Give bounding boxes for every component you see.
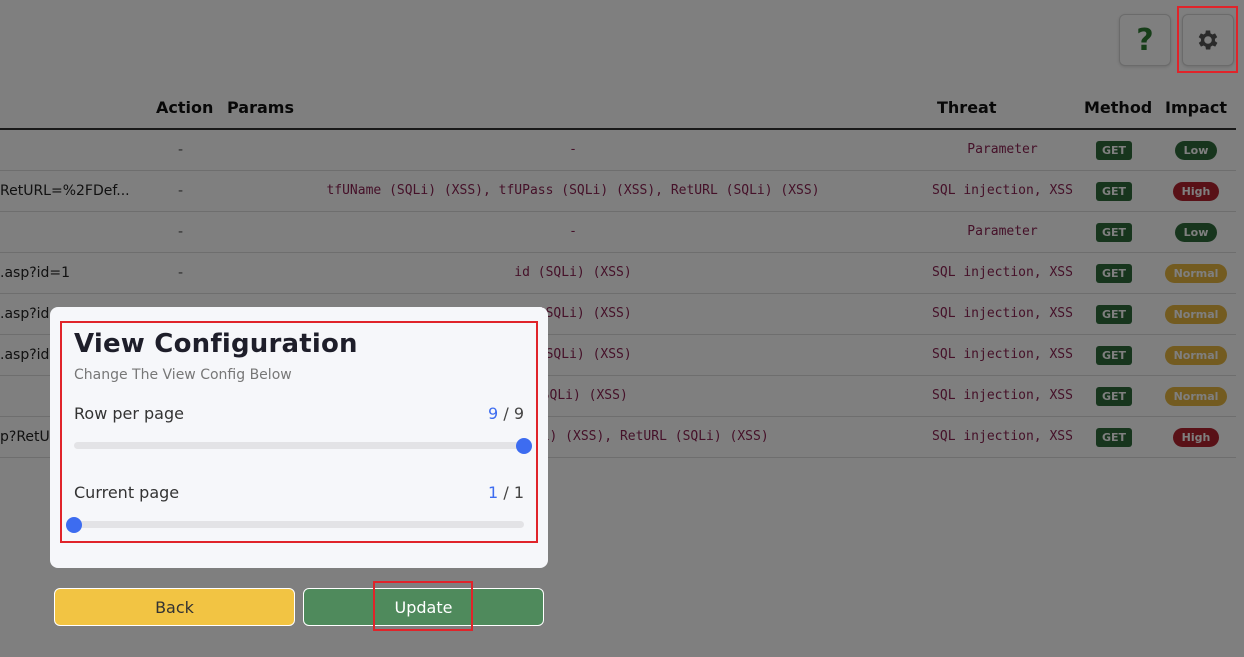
update-highlight xyxy=(373,581,473,631)
back-button[interactable]: Back xyxy=(54,588,295,626)
settings-highlight xyxy=(1177,6,1238,73)
modal-highlight xyxy=(60,321,538,543)
